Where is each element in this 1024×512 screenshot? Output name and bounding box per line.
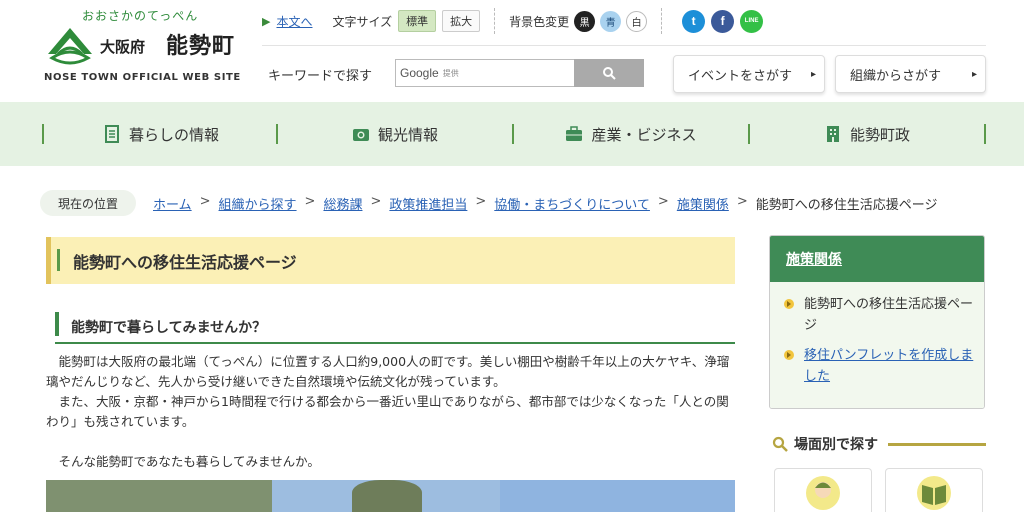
- related-page-current: 能勢町への移住生活応援ページ: [784, 294, 974, 336]
- briefcase-icon: [566, 126, 583, 141]
- photo-sky: [500, 480, 735, 512]
- logo-tagline: おおさかのてっぺん: [82, 9, 199, 23]
- skip-to-content-link[interactable]: 本文へ: [276, 13, 312, 30]
- photo-tree: [272, 480, 500, 512]
- font-size-label: 文字サイズ: [332, 14, 393, 29]
- nav-divider: [984, 124, 986, 144]
- scene-tile-education[interactable]: [885, 468, 983, 512]
- breadcrumb-link-general-affairs[interactable]: 総務課: [323, 194, 362, 213]
- scene-tile-birth[interactable]: [774, 468, 872, 512]
- bg-white-button[interactable]: 白: [626, 10, 648, 32]
- breadcrumb-link-measures[interactable]: 施策関係: [677, 194, 729, 213]
- related-page-link[interactable]: 移住パンフレットを作成しました: [804, 345, 974, 387]
- breadcrumb-separator: >: [370, 194, 382, 209]
- photo-village: [46, 480, 272, 512]
- scene-search-title: 場面別で探す: [794, 437, 878, 453]
- breadcrumb-current: 能勢町への移住生活応援ページ: [755, 198, 938, 213]
- breadcrumb-separator: >: [475, 194, 487, 209]
- bg-black-button[interactable]: 黒: [574, 10, 596, 32]
- related-page-label: 能勢町への移住生活応援ページ: [804, 297, 974, 333]
- google-provided-text: 提供: [442, 68, 459, 78]
- nav-item-label: 観光情報: [377, 125, 438, 144]
- google-brand-text: Google: [400, 66, 439, 80]
- breadcrumb-separator: >: [657, 194, 669, 209]
- breadcrumb-link-policy[interactable]: 政策推進担当: [389, 194, 467, 213]
- nav-item-tourism[interactable]: 観光情報: [278, 102, 512, 166]
- find-events-label: イベントをさがす: [688, 68, 793, 84]
- logo-english-name: NOSE TOWN OFFICIAL WEB SITE: [44, 72, 241, 83]
- related-page-pamphlet[interactable]: 移住パンフレットを作成しました: [784, 345, 974, 387]
- breadcrumb-separator: >: [736, 194, 748, 209]
- header-divider: [262, 45, 986, 46]
- facebook-icon[interactable]: f: [711, 9, 735, 33]
- current-location-label: 現在の位置: [40, 190, 136, 216]
- building-icon: [826, 126, 839, 142]
- search-icon: [603, 67, 616, 80]
- font-size-large-button[interactable]: 拡大: [442, 10, 481, 32]
- related-pages-list: 能勢町への移住生活応援ページ 移住パンフレットを作成しました: [770, 282, 984, 408]
- related-pages-box: 施策関係 能勢町への移住生活応援ページ 移住パンフレットを作成しました: [769, 235, 985, 409]
- utility-bar: ▶ 本文へ 文字サイズ 標準 拡大 背景色変更 黒 青 白 t f LINE: [262, 8, 764, 34]
- nav-item-label: 能勢町政: [849, 125, 910, 144]
- breadcrumb-link-home[interactable]: ホーム: [153, 194, 192, 213]
- bullet-arrow-icon: [784, 350, 794, 360]
- logo-town-name: 能勢町: [166, 34, 236, 59]
- bg-blue-button[interactable]: 青: [600, 10, 622, 32]
- global-nav: 暮らしの情報 観光情報 産業・ビジネス 能勢町政: [0, 102, 1024, 166]
- search-button[interactable]: [574, 59, 644, 87]
- invitation-paragraph: そんな能勢町であなたも暮らしてみませんか。: [46, 452, 736, 472]
- background-color-label: 背景色変更: [509, 14, 570, 29]
- heading-rule: [888, 442, 986, 446]
- arrow-right-icon: ▶: [262, 14, 271, 28]
- breadcrumb: ホーム > 組織から探す > 総務課 > 政策推進担当 > 協働・まちづくりについて > …: [153, 194, 938, 213]
- twitter-icon[interactable]: t: [682, 9, 706, 33]
- book-icon: [917, 476, 951, 510]
- search-icon: [772, 436, 788, 452]
- nav-item-business[interactable]: 産業・ビジネス: [514, 102, 748, 166]
- search-input[interactable]: Google 提供: [395, 59, 575, 87]
- logo-prefecture: 大阪府: [100, 38, 146, 56]
- font-size-standard-button[interactable]: 標準: [398, 10, 437, 32]
- bullet-arrow-icon: [784, 299, 794, 309]
- page-title-banner: 能勢町への移住生活応援ページ: [46, 237, 735, 284]
- divider: [494, 8, 496, 34]
- scene-search-heading: 場面別で探す: [772, 434, 986, 454]
- related-pages-title-link[interactable]: 施策関係: [786, 249, 842, 269]
- page-title: 能勢町への移住生活応援ページ: [73, 252, 297, 272]
- paragraph-text: 能勢町は大阪府の最北端（てっぺん）に位置する人口約9,000人の町です。美しい棚…: [46, 354, 730, 389]
- breadcrumb-separator: >: [304, 194, 316, 209]
- section-heading: 能勢町で暮らしてみませんか？: [55, 312, 735, 344]
- find-events-button[interactable]: イベントをさがす ▸: [673, 55, 825, 93]
- site-logo[interactable]: おおさかのてっぺん 大阪府 能勢町 NOSE TOWN OFFICIAL WEB…: [44, 6, 250, 90]
- town-emblem-icon: [48, 28, 92, 65]
- find-by-organization-button[interactable]: 組織からさがす ▸: [835, 55, 986, 93]
- breadcrumb-separator: >: [199, 194, 211, 209]
- document-icon: [104, 125, 119, 143]
- related-pages-header: 施策関係: [770, 236, 984, 282]
- camera-icon: [352, 129, 369, 141]
- intro-paragraph: 能勢町は大阪府の最北端（てっぺん）に位置する人口約9,000人の町です。美しい棚…: [46, 352, 736, 432]
- section-heading-text: 能勢町で暮らしてみませんか？: [71, 320, 267, 336]
- breadcrumb-link-collaboration[interactable]: 協働・まちづくりについて: [494, 194, 650, 213]
- nav-item-living[interactable]: 暮らしの情報: [44, 102, 278, 166]
- nav-item-town-government[interactable]: 能勢町政: [750, 102, 984, 166]
- paragraph-text: また、大阪・京都・神戸から1時間程で行ける都会から一番近い里山でありながら、都市…: [46, 394, 729, 429]
- line-icon[interactable]: LINE: [740, 9, 764, 33]
- search-label: キーワードで探す: [268, 69, 373, 84]
- chevron-right-icon: ▸: [971, 68, 977, 80]
- nav-item-label: 産業・ビジネス: [591, 125, 697, 144]
- baby-icon: [806, 476, 840, 510]
- find-by-organization-label: 組織からさがす: [850, 68, 942, 84]
- nav-item-label: 暮らしの情報: [128, 125, 219, 144]
- paragraph-text: そんな能勢町であなたも暮らしてみませんか。: [58, 454, 320, 469]
- photo-strip: [46, 480, 735, 512]
- breadcrumb-link-organization[interactable]: 組織から探す: [219, 194, 297, 213]
- chevron-right-icon: ▸: [810, 68, 816, 80]
- divider: [661, 8, 663, 34]
